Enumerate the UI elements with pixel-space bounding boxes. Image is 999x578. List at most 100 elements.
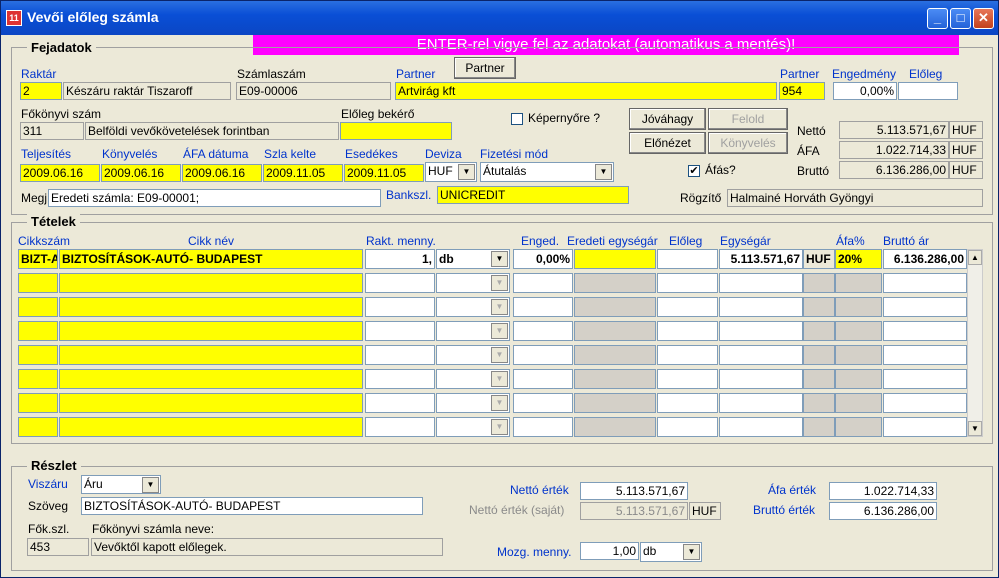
felold-button[interactable]: Felold bbox=[708, 108, 788, 130]
fizetesi-mod-select[interactable]: Átutalás ▼ bbox=[480, 162, 614, 182]
table-cell[interactable] bbox=[18, 345, 58, 365]
table-cell[interactable] bbox=[513, 273, 573, 293]
items-scrollbar[interactable]: ▲ ▼ bbox=[967, 249, 983, 437]
cell-enged[interactable]: 0,00% bbox=[513, 249, 573, 269]
cell-cikk-nev[interactable]: BIZTOSÍTÁSOK-AUTÓ- BUDAPEST bbox=[59, 249, 363, 269]
table-cell[interactable]: ▼ bbox=[436, 297, 510, 317]
table-cell[interactable] bbox=[657, 369, 718, 389]
partner-code-field[interactable]: 954 bbox=[779, 82, 825, 100]
table-cell[interactable] bbox=[574, 345, 656, 365]
table-cell[interactable] bbox=[719, 417, 803, 437]
table-cell[interactable] bbox=[59, 273, 363, 293]
esedekes-field[interactable]: 2009.11.05 bbox=[344, 164, 424, 182]
table-cell[interactable] bbox=[835, 273, 882, 293]
title-bar[interactable]: 11 Vevői előleg számla _ □ ✕ bbox=[1, 1, 998, 35]
cell-unit-select[interactable]: db ▼ bbox=[436, 249, 510, 269]
table-cell[interactable] bbox=[719, 345, 803, 365]
table-cell[interactable] bbox=[835, 417, 882, 437]
table-cell[interactable] bbox=[883, 321, 967, 341]
close-button[interactable]: ✕ bbox=[973, 8, 994, 29]
viszaru-select[interactable]: Áru ▼ bbox=[81, 475, 161, 494]
chevron-down-icon[interactable]: ▼ bbox=[491, 347, 508, 363]
partner-button[interactable]: Partner bbox=[454, 57, 516, 79]
eloleg-bekero-field[interactable] bbox=[340, 122, 452, 140]
table-cell[interactable] bbox=[657, 273, 718, 293]
table-cell[interactable] bbox=[803, 297, 835, 317]
cell-afa-pct[interactable]: 20% bbox=[835, 249, 882, 269]
szoveg-field[interactable]: BIZTOSÍTÁSOK-AUTÓ- BUDAPEST bbox=[81, 497, 423, 515]
chevron-down-icon[interactable]: ▼ bbox=[491, 299, 508, 315]
table-cell[interactable] bbox=[574, 297, 656, 317]
chevron-down-icon[interactable]: ▼ bbox=[491, 323, 508, 339]
scroll-down-icon[interactable]: ▼ bbox=[968, 421, 982, 436]
table-cell[interactable]: ▼ bbox=[436, 369, 510, 389]
table-cell[interactable] bbox=[574, 321, 656, 341]
chevron-down-icon[interactable]: ▼ bbox=[491, 395, 508, 411]
table-cell[interactable] bbox=[513, 417, 573, 437]
partner-name-field[interactable]: Artvirág kft bbox=[395, 82, 777, 100]
table-cell[interactable] bbox=[719, 297, 803, 317]
table-cell[interactable] bbox=[719, 393, 803, 413]
chevron-down-icon[interactable]: ▼ bbox=[491, 419, 508, 435]
table-cell[interactable] bbox=[835, 345, 882, 365]
afas-checkbox[interactable]: ✔ bbox=[688, 165, 700, 177]
jovahagy-button[interactable]: Jóváhagy bbox=[629, 108, 706, 130]
table-cell[interactable] bbox=[18, 417, 58, 437]
app-icon[interactable]: 11 bbox=[6, 10, 22, 26]
table-cell[interactable] bbox=[803, 345, 835, 365]
table-cell[interactable] bbox=[803, 393, 835, 413]
table-cell[interactable] bbox=[835, 393, 882, 413]
cell-egysegar[interactable]: 5.113.571,67 bbox=[719, 249, 803, 269]
table-cell[interactable] bbox=[18, 273, 58, 293]
table-cell[interactable] bbox=[719, 273, 803, 293]
table-cell[interactable]: ▼ bbox=[436, 273, 510, 293]
table-cell[interactable]: ▼ bbox=[436, 393, 510, 413]
chevron-down-icon[interactable]: ▼ bbox=[142, 477, 159, 493]
table-cell[interactable] bbox=[365, 369, 435, 389]
konyveles-button[interactable]: Könyvelés bbox=[708, 132, 788, 154]
table-cell[interactable] bbox=[574, 273, 656, 293]
table-cell[interactable] bbox=[365, 393, 435, 413]
table-cell[interactable] bbox=[18, 321, 58, 341]
table-cell[interactable] bbox=[513, 345, 573, 365]
table-cell[interactable] bbox=[657, 417, 718, 437]
kepernyore-checkbox[interactable] bbox=[511, 113, 523, 125]
table-cell[interactable] bbox=[365, 273, 435, 293]
cell-eloleg[interactable] bbox=[657, 249, 718, 269]
konyveles-date-field[interactable]: 2009.06.16 bbox=[101, 164, 181, 182]
table-cell[interactable] bbox=[883, 273, 967, 293]
table-cell[interactable] bbox=[719, 321, 803, 341]
scroll-up-icon[interactable]: ▲ bbox=[968, 250, 982, 265]
szla-kelte-field[interactable]: 2009.11.05 bbox=[263, 164, 343, 182]
table-cell[interactable] bbox=[59, 297, 363, 317]
table-cell[interactable] bbox=[657, 393, 718, 413]
megj-field[interactable]: Eredeti számla: E09-00001; bbox=[48, 189, 381, 207]
table-cell[interactable]: ▼ bbox=[436, 321, 510, 341]
minimize-button[interactable]: _ bbox=[927, 8, 948, 29]
cell-cikkszam[interactable]: BIZT-A bbox=[18, 249, 58, 269]
table-cell[interactable] bbox=[18, 369, 58, 389]
chevron-down-icon[interactable]: ▼ bbox=[491, 371, 508, 387]
table-cell[interactable] bbox=[365, 321, 435, 341]
chevron-down-icon[interactable]: ▼ bbox=[595, 164, 612, 180]
table-cell[interactable] bbox=[883, 369, 967, 389]
engedmeny-field[interactable]: 0,00% bbox=[833, 82, 897, 100]
cell-menny[interactable]: 1, bbox=[365, 249, 435, 269]
table-cell[interactable] bbox=[365, 417, 435, 437]
table-cell[interactable] bbox=[803, 417, 835, 437]
eloleg-field[interactable] bbox=[898, 82, 958, 100]
maximize-button[interactable]: □ bbox=[950, 8, 971, 29]
table-cell[interactable] bbox=[657, 321, 718, 341]
cell-brutto[interactable]: 6.136.286,00 bbox=[883, 249, 967, 269]
mozg-unit-select[interactable]: db ▼ bbox=[640, 542, 702, 562]
table-cell[interactable] bbox=[835, 369, 882, 389]
elonezet-button[interactable]: Előnézet bbox=[629, 132, 706, 154]
chevron-down-icon[interactable]: ▼ bbox=[458, 164, 475, 180]
table-cell[interactable] bbox=[883, 297, 967, 317]
bankszl-field[interactable]: UNICREDIT bbox=[437, 186, 629, 204]
table-cell[interactable] bbox=[657, 297, 718, 317]
table-cell[interactable] bbox=[803, 369, 835, 389]
table-cell[interactable] bbox=[835, 321, 882, 341]
table-cell[interactable] bbox=[59, 369, 363, 389]
table-cell[interactable] bbox=[803, 321, 835, 341]
